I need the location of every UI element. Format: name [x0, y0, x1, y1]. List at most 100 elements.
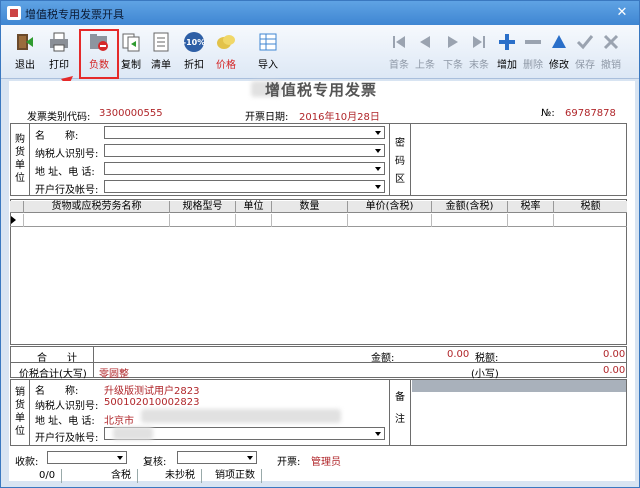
seller-address-value: 北京市: [104, 416, 134, 427]
close-icon: ✕: [616, 5, 628, 20]
chevron-down-icon[interactable]: [373, 164, 383, 173]
copy-icon: [122, 33, 140, 52]
amount-label: 金额:: [371, 353, 395, 364]
col-unit-price[interactable]: 单价(含税): [348, 201, 432, 213]
grid-cell[interactable]: [24, 214, 170, 227]
seller-char: 单: [15, 413, 25, 424]
price-button[interactable]: 价格: [213, 31, 239, 75]
import-label: 导入: [258, 60, 278, 71]
invoice-no-label: №:: [541, 108, 555, 119]
goods-grid-header: 货物或应税劳务名称 规格型号 单位 数量 单价(含税) 金额(含税) 税率 税额: [10, 201, 627, 213]
cancel-button[interactable]: 撤销: [599, 31, 623, 75]
plus-icon: [499, 34, 515, 50]
last-record-button[interactable]: 末条: [467, 31, 491, 75]
col-tax-rate[interactable]: 税率: [508, 201, 554, 213]
buyer-vertical-label: 购 货 单 位: [14, 133, 26, 185]
first-record-button[interactable]: 首条: [387, 31, 411, 75]
buyer-bank-combo[interactable]: [104, 180, 385, 193]
invoice-date-value: 2016年10月28日: [299, 112, 380, 123]
buyer-taxid-combo[interactable]: [104, 144, 385, 157]
payee-combo[interactable]: [47, 451, 127, 464]
chevron-down-icon[interactable]: [115, 453, 125, 462]
import-icon: [259, 33, 277, 51]
col-unit[interactable]: 单位: [236, 201, 272, 213]
grid-cell: [10, 214, 24, 227]
col-quantity[interactable]: 数量: [272, 201, 348, 213]
chevron-down-icon[interactable]: [373, 146, 383, 155]
next-record-button[interactable]: 下条: [441, 31, 465, 75]
grid-cell[interactable]: [236, 214, 272, 227]
price-label: 价格: [216, 60, 236, 71]
grid-header-indicator: [10, 201, 24, 213]
grid-cell[interactable]: [432, 214, 508, 227]
grid-cell[interactable]: [272, 214, 348, 227]
seller-char: 销: [15, 387, 25, 398]
modify-button[interactable]: 修改: [547, 31, 571, 75]
grid-cell[interactable]: [348, 214, 432, 227]
seller-char: 位: [15, 426, 25, 437]
grid-cell[interactable]: [508, 214, 554, 227]
remark-vertical-label: 备 注: [394, 387, 406, 431]
status-bar: 0/0 含税 未抄税 销项正数: [9, 469, 409, 483]
issuer-label: 开票:: [277, 457, 301, 468]
chevron-down-icon[interactable]: [373, 128, 383, 137]
status-tax: 未抄税: [159, 469, 202, 483]
totals-label-divider: [93, 346, 94, 378]
buyer-address-label: 地 址、电 话:: [35, 167, 95, 178]
close-button[interactable]: ✕: [611, 4, 633, 21]
exit-icon: [17, 34, 33, 50]
add-button[interactable]: 增加: [495, 31, 519, 75]
first-icon: [393, 36, 405, 48]
redacted-region: [141, 409, 341, 423]
seller-bank-label: 开户行及帐号:: [35, 433, 99, 444]
password-char: 区: [395, 174, 405, 185]
delete-label: 删除: [523, 60, 543, 71]
save-label: 保存: [575, 60, 595, 71]
tax-value: 0.00: [603, 349, 626, 360]
table-row[interactable]: [10, 214, 627, 227]
payee-label: 收款:: [15, 457, 39, 468]
sum-label: 合 计: [37, 353, 77, 364]
buyer-taxid-label: 纳税人识别号:: [35, 149, 99, 160]
copy-label: 复制: [121, 60, 141, 71]
buyer-address-combo[interactable]: [104, 162, 385, 175]
list-button[interactable]: 清单: [149, 31, 173, 75]
import-button[interactable]: 导入: [255, 31, 281, 75]
reviewer-combo[interactable]: [177, 451, 257, 464]
highlight-box: [79, 29, 119, 79]
buyer-bank-label: 开户行及帐号:: [35, 185, 99, 196]
list-icon: [153, 32, 169, 52]
chevron-down-icon[interactable]: [373, 182, 383, 191]
print-button[interactable]: 打印: [43, 31, 75, 75]
seller-name-value: 升级版测试用户2823: [104, 386, 200, 397]
grid-cell[interactable]: [170, 214, 236, 227]
small-total-label: (小写): [471, 369, 499, 380]
title-bar: 增值税专用发票开具 ✕: [1, 1, 639, 25]
invoice-code-value: 3300000555: [99, 108, 163, 119]
buyer-name-label: 名 称:: [35, 131, 79, 142]
last-icon: [473, 36, 485, 48]
delete-button[interactable]: 删除: [521, 31, 545, 75]
copy-button[interactable]: 复制: [119, 31, 143, 75]
save-button[interactable]: 保存: [573, 31, 597, 75]
reviewer-label: 复核:: [143, 457, 167, 468]
buyer-name-combo[interactable]: [104, 126, 385, 139]
col-spec[interactable]: 规格型号: [170, 201, 236, 213]
grand-total-label: 价税合计(大写): [19, 369, 87, 380]
seller-char: 货: [15, 400, 25, 411]
col-amount[interactable]: 金额(含税): [432, 201, 508, 213]
chevron-down-icon[interactable]: [245, 453, 255, 462]
invoice-no-value: 69787878: [565, 108, 616, 119]
last-label: 末条: [469, 60, 489, 71]
chevron-down-icon[interactable]: [373, 429, 383, 438]
exit-button[interactable]: 退出: [9, 31, 41, 75]
password-vertical-label: 密 码 区: [394, 135, 406, 189]
col-goods-name[interactable]: 货物或应税劳务名称: [24, 201, 170, 213]
remark-char: 注: [395, 414, 405, 425]
status-state: 销项正数: [209, 469, 262, 483]
remark-input[interactable]: [412, 380, 626, 392]
col-tax-amount[interactable]: 税额: [554, 201, 627, 213]
exit-label: 退出: [15, 60, 35, 71]
prev-record-button[interactable]: 上条: [413, 31, 437, 75]
invoice-window: 增值税专用发票开具 ✕ 退出 打印 负数 复制 清单 折扣 -10% 价格 导入…: [0, 0, 640, 488]
